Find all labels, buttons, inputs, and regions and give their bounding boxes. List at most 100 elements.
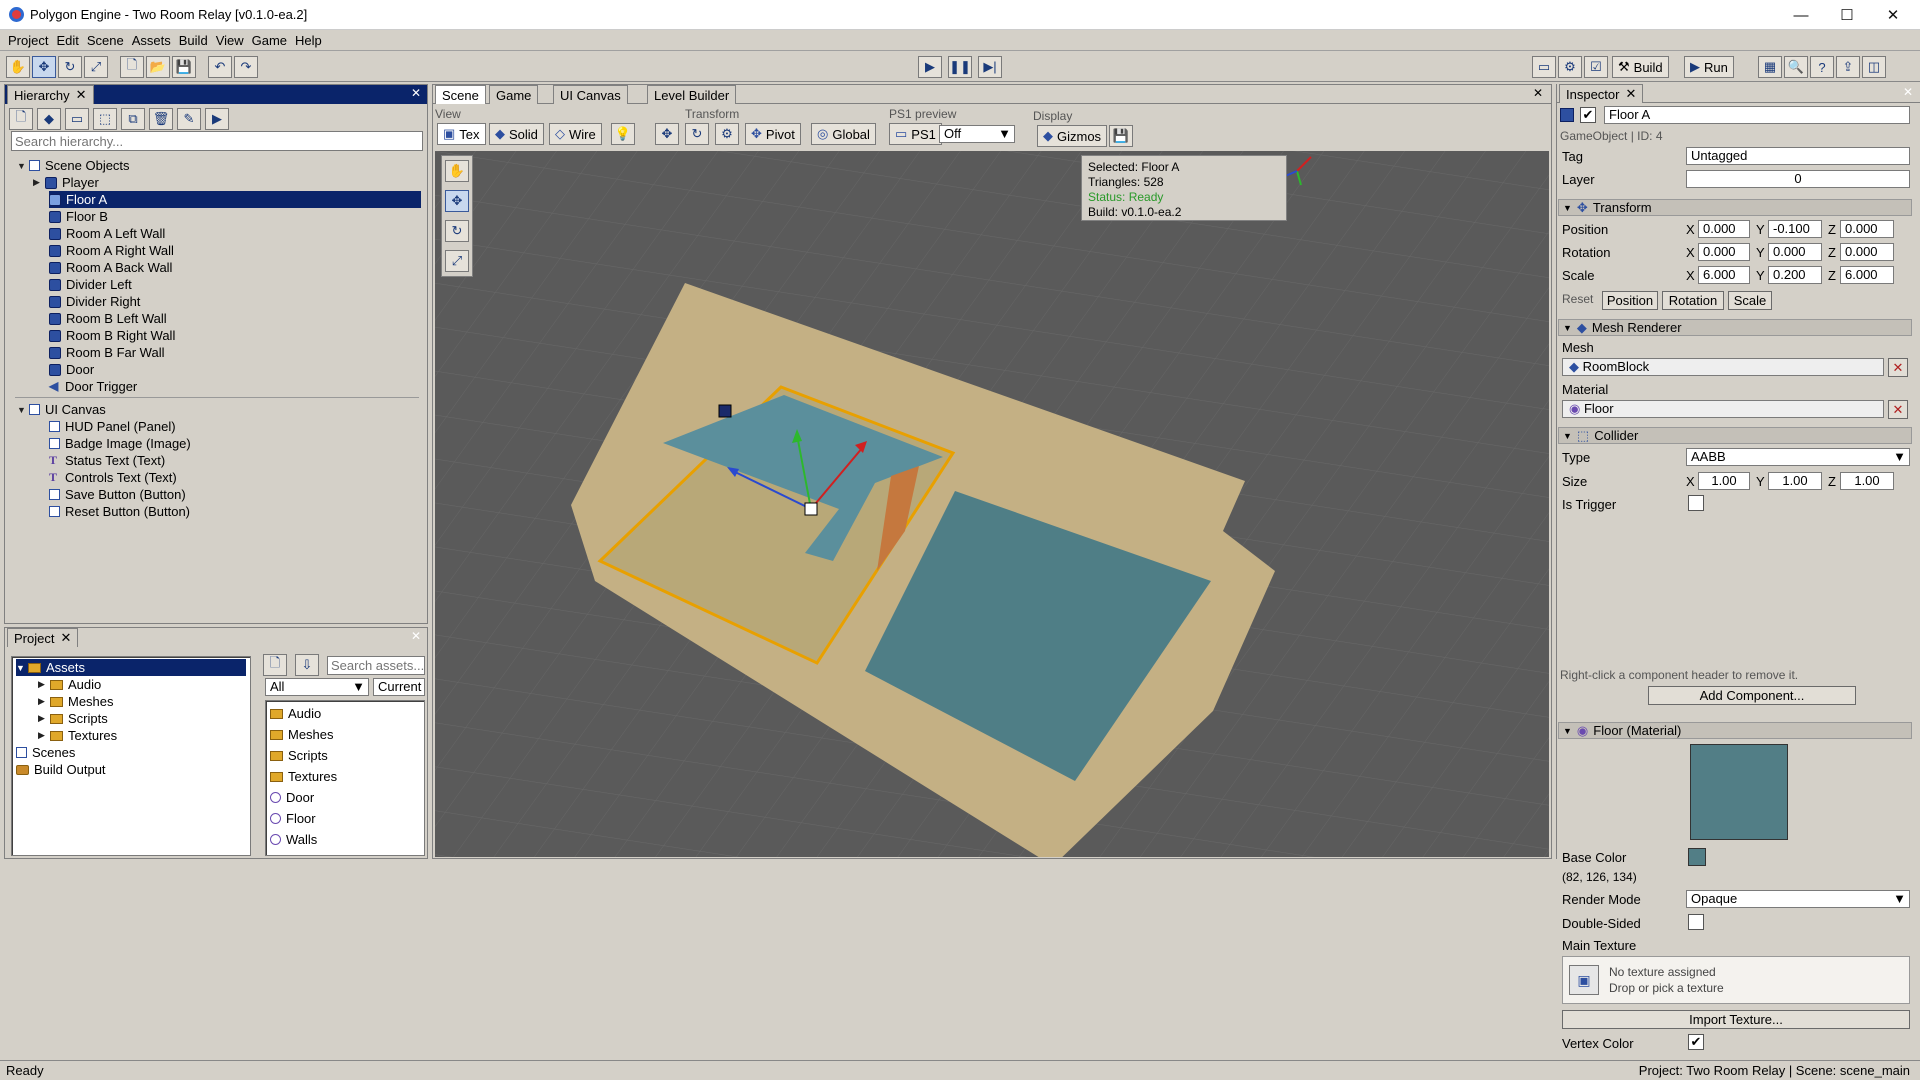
asset-item[interactable]: Door	[270, 789, 314, 806]
checklist-icon[interactable]: ☑	[1584, 56, 1608, 78]
tree-ui-item[interactable]: Reset Button (Button)	[49, 503, 190, 520]
hand-tool-icon[interactable]: ✋	[6, 56, 30, 78]
material-field[interactable]: ◉ Floor	[1562, 400, 1884, 418]
tree-ui-item[interactable]: T Status Text (Text)	[49, 452, 165, 469]
layer-field[interactable]: 0	[1686, 170, 1910, 188]
add-panel-icon[interactable]: ▭	[65, 108, 89, 130]
rotate-gizmo-icon[interactable]: ↻	[685, 123, 709, 145]
duplicate-icon[interactable]: ⧉	[121, 108, 145, 130]
scale-z-field[interactable]: 6.000	[1840, 266, 1894, 284]
double-sided-checkbox[interactable]	[1688, 914, 1704, 930]
tree-item[interactable]: Divider Right	[49, 293, 140, 310]
asset-item[interactable]: Audio	[270, 705, 321, 722]
play-button-icon[interactable]: ▶	[918, 56, 942, 78]
window-layout-icon[interactable]: ◫	[1862, 56, 1886, 78]
menu-help[interactable]: Help	[291, 33, 326, 48]
tree-scenes[interactable]: Scenes	[16, 744, 75, 761]
prefab-icon[interactable]: ⬚	[93, 108, 117, 130]
pause-button-icon[interactable]: ❚❚	[948, 56, 972, 78]
ps1-button[interactable]: ▭ PS1	[889, 123, 942, 145]
maximize-button[interactable]: ☐	[1824, 0, 1870, 30]
open-folder-icon[interactable]: 📂	[146, 56, 170, 78]
rotation-y-field[interactable]: 0.000	[1768, 243, 1822, 261]
new-icon[interactable]: 🗋	[120, 56, 144, 78]
asset-filter-select[interactable]: All ▼	[265, 678, 369, 696]
tab-inspector[interactable]: Inspector ✕	[1559, 84, 1644, 103]
global-button[interactable]: ◎ Global	[811, 123, 876, 145]
reset-rotation-button[interactable]: Rotation	[1662, 291, 1724, 310]
tree-item[interactable]: Room A Back Wall	[49, 259, 172, 276]
inspect-icon[interactable]: 🔍	[1784, 56, 1808, 78]
tab-ui-canvas[interactable]: UI Canvas	[553, 85, 628, 104]
menu-assets[interactable]: Assets	[128, 33, 175, 48]
vertex-color-checkbox[interactable]: ✔	[1688, 1034, 1704, 1050]
save-icon[interactable]: 💾	[172, 56, 196, 78]
is-trigger-checkbox[interactable]	[1688, 495, 1704, 511]
base-color-swatch[interactable]	[1688, 848, 1706, 866]
tree-item[interactable]: Room B Left Wall	[49, 310, 167, 327]
collider-type-select[interactable]: AABB ▼	[1686, 448, 1910, 466]
active-checkbox[interactable]: ✔	[1580, 107, 1596, 123]
hand-tool-icon[interactable]: ✋	[445, 160, 469, 182]
scene-viewport[interactable]: ✋ ✥ ↻ ⤢ Selected: Floor A Triangles: 528…	[435, 151, 1549, 857]
save-view-icon[interactable]: 💾	[1109, 125, 1133, 147]
menu-view[interactable]: View	[212, 33, 248, 48]
focus-icon[interactable]: ▶	[205, 108, 229, 130]
tree-ui-item[interactable]: Save Button (Button)	[49, 486, 186, 503]
import-texture-button[interactable]: Import Texture...	[1562, 1010, 1910, 1029]
tree-build-output[interactable]: Build Output	[16, 761, 106, 778]
asset-search-input[interactable]	[327, 656, 425, 675]
close-panel-icon[interactable]: ✕	[1533, 86, 1543, 100]
asset-item[interactable]: Floor	[270, 810, 316, 827]
asset-item[interactable]: Textures	[270, 768, 337, 785]
rename-icon[interactable]: ✎	[177, 108, 201, 130]
pivot-button[interactable]: ✥ Pivot	[745, 123, 801, 145]
run-button[interactable]: ▶ Run	[1684, 56, 1734, 78]
tree-folder[interactable]: ▶ Textures	[38, 727, 117, 744]
tab-level-builder[interactable]: Level Builder	[647, 85, 737, 104]
tree-item[interactable]: Divider Left	[49, 276, 132, 293]
move-gizmo-icon[interactable]: ✥	[655, 123, 679, 145]
rotate-tool-icon[interactable]: ↻	[58, 56, 82, 78]
object-name-field[interactable]: Floor A	[1604, 106, 1910, 124]
render-mode-select[interactable]: Opaque ▼	[1686, 890, 1910, 908]
move-tool-icon[interactable]: ✥	[445, 190, 469, 212]
step-button-icon[interactable]: ▶|	[978, 56, 1002, 78]
mesh-renderer-header[interactable]: ▼ ◆ Mesh Renderer	[1558, 319, 1912, 336]
ps1-mode-select[interactable]: Off ▼	[939, 125, 1015, 143]
tab-game[interactable]: Game	[489, 85, 539, 104]
close-tab-icon[interactable]: ✕	[76, 87, 87, 103]
menu-project[interactable]: Project	[4, 33, 52, 48]
tree-assets[interactable]: ▼ Assets	[16, 659, 246, 676]
new-object-icon[interactable]: 🗋	[9, 108, 33, 130]
tree-item[interactable]: Room A Right Wall	[49, 242, 174, 259]
hierarchy-search-input[interactable]	[11, 131, 423, 151]
delete-icon[interactable]: 🗑	[149, 108, 173, 130]
add-component-button[interactable]: Add Component...	[1648, 686, 1856, 705]
tag-field[interactable]: Untagged	[1686, 147, 1910, 165]
transform-header[interactable]: ▼ ✥ Transform	[1558, 199, 1912, 216]
position-y-field[interactable]: -0.100	[1768, 220, 1822, 238]
scale-x-field[interactable]: 6.000	[1698, 266, 1750, 284]
close-tab-icon[interactable]: ✕	[1625, 86, 1636, 102]
asset-item[interactable]: Meshes	[270, 726, 334, 743]
tex-button[interactable]: ▣ Tex	[437, 123, 486, 145]
export-icon[interactable]: ⇪	[1836, 56, 1860, 78]
build-button[interactable]: ⚒ Build	[1612, 56, 1669, 78]
tree-ui-item[interactable]: Badge Image (Image)	[49, 435, 191, 452]
help-icon[interactable]: ?	[1810, 56, 1834, 78]
tree-ui-item[interactable]: HUD Panel (Panel)	[49, 418, 176, 435]
import-asset-icon[interactable]: ⇩	[295, 654, 319, 676]
screen-icon[interactable]: ▭	[1532, 56, 1556, 78]
size-x-field[interactable]: 1.00	[1698, 472, 1750, 490]
scale-tool-icon[interactable]: ⤢	[84, 56, 108, 78]
tab-hierarchy[interactable]: Hierarchy ✕	[7, 85, 94, 104]
create-asset-icon[interactable]: 🗋	[263, 654, 287, 676]
minimize-button[interactable]: —	[1778, 0, 1824, 30]
collider-header[interactable]: ▼ ⬚ Collider	[1558, 427, 1912, 444]
asset-item[interactable]: Scripts	[270, 747, 328, 764]
tree-item[interactable]: Door	[49, 361, 94, 378]
tree-scene-objects[interactable]: ▼ Scene Objects	[17, 157, 130, 174]
position-z-field[interactable]: 0.000	[1840, 220, 1894, 238]
menu-scene[interactable]: Scene	[83, 33, 128, 48]
